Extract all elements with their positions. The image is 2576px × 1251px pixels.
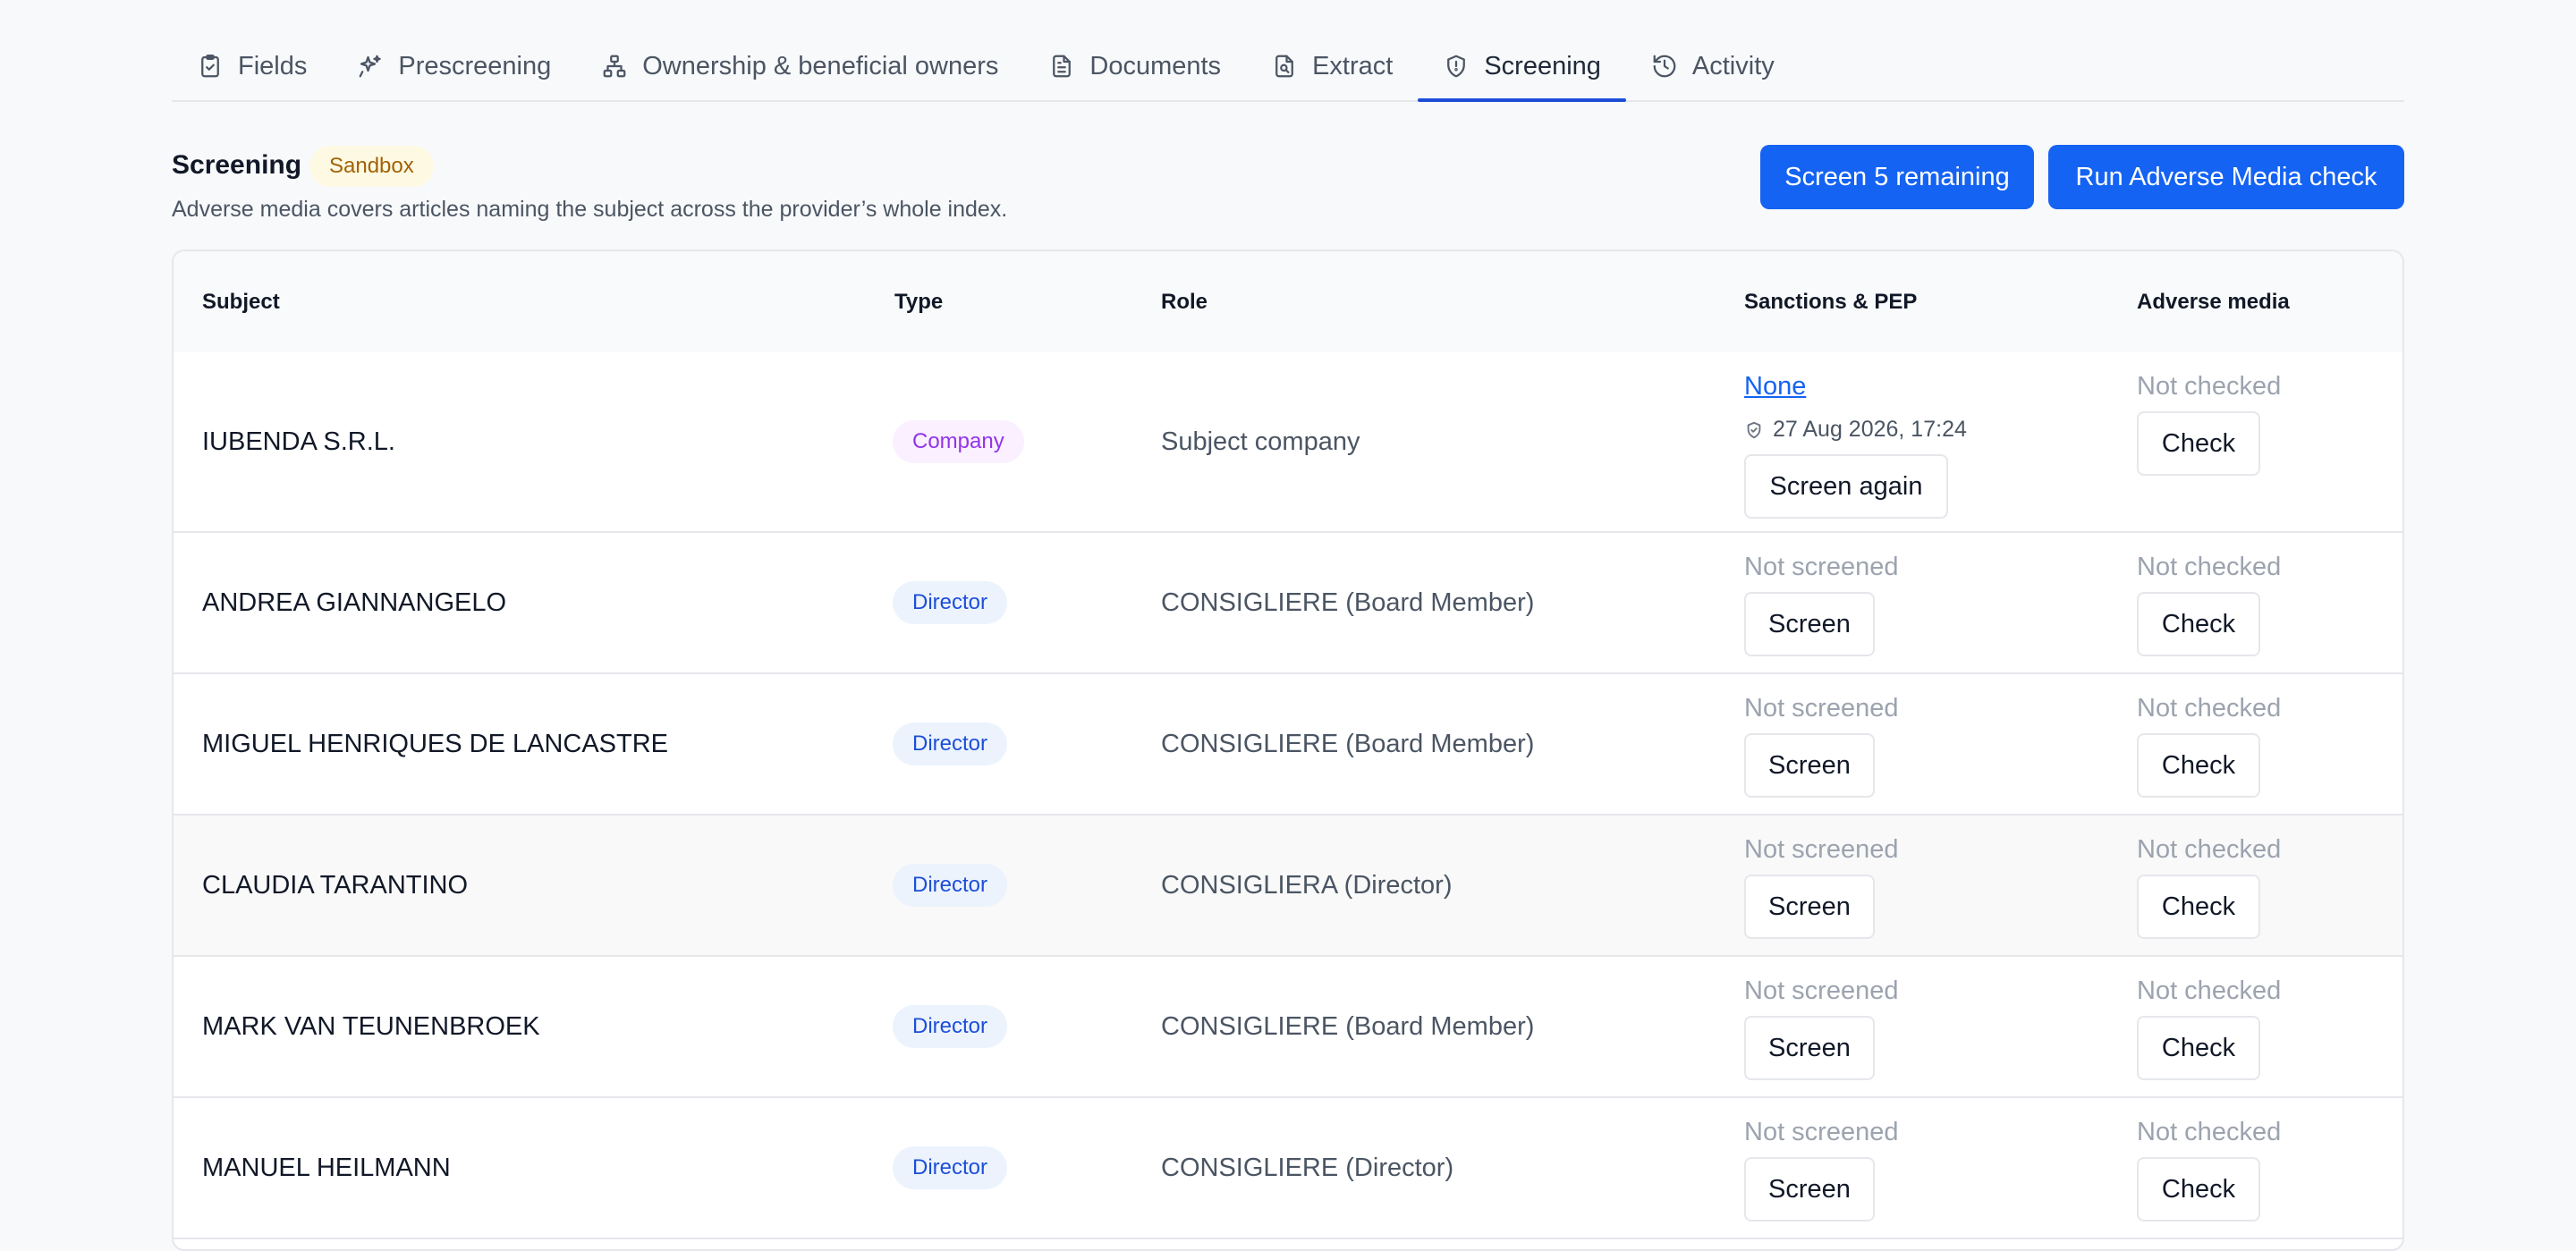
- screening-table: Subject Type Role Sanctions & PEP Advers…: [172, 249, 2404, 1251]
- table-row: IUBENDA S.R.L. Company Subject company N…: [174, 352, 2402, 533]
- sandbox-badge: Sandbox: [309, 146, 434, 187]
- type-pill: Company: [893, 420, 1024, 463]
- table-row: CLAUDIA TARANTINO Director CONSIGLIERA (…: [174, 816, 2402, 957]
- screen-button[interactable]: Screen: [1744, 592, 1875, 656]
- type-pill: Director: [893, 1146, 1008, 1189]
- adverse-status: Not checked: [2137, 694, 2282, 723]
- sanctions-result-link[interactable]: None: [1744, 372, 1806, 402]
- adverse-status: Not checked: [2137, 1118, 2282, 1146]
- check-button[interactable]: Check: [2137, 875, 2260, 939]
- shield-icon: [1447, 55, 1466, 78]
- check-button[interactable]: Check: [2137, 1016, 2260, 1080]
- adverse-status: Not checked: [2137, 976, 2282, 1005]
- role-text: CONSIGLIERA (Director): [1161, 870, 1453, 900]
- shield-check-icon: [1747, 421, 1761, 438]
- adverse-status: Not checked: [2137, 835, 2282, 864]
- table-row: MARK VAN TEUNENBROEK Director CONSIGLIER…: [174, 957, 2402, 1098]
- file-search-icon: [1275, 55, 1293, 78]
- sanctions-status: Not screened: [1744, 976, 1899, 1005]
- sanctions-status: Not screened: [1744, 1118, 1899, 1146]
- tab-prescreening[interactable]: Prescreening: [332, 32, 576, 100]
- header-subject: Subject: [202, 289, 280, 314]
- timestamp-text: 27 Aug 2026, 17:24: [1773, 417, 1967, 442]
- subject-name: MANUEL HEILMANN: [202, 1153, 451, 1182]
- tab-activity-label: Activity: [1691, 51, 1775, 80]
- sanctions-status: Not screened: [1744, 553, 1899, 581]
- header-type: Type: [894, 289, 944, 314]
- sparkles-icon: [359, 55, 382, 78]
- header-sanctions: Sanctions & PEP: [1744, 289, 1918, 314]
- tab-documents[interactable]: Documents: [1023, 32, 1246, 100]
- header-role: Role: [1161, 289, 1208, 314]
- screen-remaining-button[interactable]: Screen 5 remaining: [1760, 145, 2034, 209]
- document-icon: [1053, 55, 1072, 78]
- clipboard-check-icon: [201, 55, 219, 78]
- tab-fields[interactable]: Fields: [172, 32, 332, 100]
- screen-button[interactable]: Screen: [1744, 1157, 1875, 1221]
- screen-button[interactable]: Screen: [1744, 1016, 1875, 1080]
- tab-activity[interactable]: Activity: [1626, 32, 1800, 100]
- section-description: Adverse media covers articles naming the…: [172, 197, 1008, 222]
- role-text: CONSIGLIERE (Board Member): [1161, 1011, 1535, 1041]
- table-row: MIGUEL HENRIQUES DE LANCASTRE Director C…: [174, 674, 2402, 816]
- type-pill: Director: [893, 723, 1008, 765]
- role-text: CONSIGLIERE (Board Member): [1161, 587, 1535, 617]
- tab-ownership-label: Ownership & beneficial owners: [642, 51, 999, 80]
- header-adverse-media: Adverse media: [2137, 289, 2290, 314]
- screening-page: Fields Prescreening Ownership & benefici…: [0, 0, 2576, 1251]
- tab-bar: Fields Prescreening Ownership & benefici…: [172, 32, 2404, 102]
- tab-screening[interactable]: Screening: [1418, 32, 1626, 102]
- check-button[interactable]: Check: [2137, 592, 2260, 656]
- screen-again-button[interactable]: Screen again: [1744, 454, 1948, 519]
- tab-extract[interactable]: Extract: [1246, 32, 1418, 100]
- tab-prescreening-label: Prescreening: [398, 51, 552, 80]
- table-row: ANDREA GIANNANGELO Director CONSIGLIERE …: [174, 533, 2402, 674]
- screen-button[interactable]: Screen: [1744, 733, 1875, 798]
- check-button[interactable]: Check: [2137, 1157, 2260, 1221]
- sanctions-status: Not screened: [1744, 835, 1899, 864]
- network-icon: [603, 55, 626, 78]
- table-row: MANUEL HEILMANN Director CONSIGLIERE (Di…: [174, 1098, 2402, 1239]
- check-button[interactable]: Check: [2137, 411, 2260, 476]
- run-adverse-media-button[interactable]: Run Adverse Media check: [2048, 145, 2404, 209]
- tab-ownership[interactable]: Ownership & beneficial owners: [576, 32, 1023, 100]
- table-header: Subject Type Role Sanctions & PEP Advers…: [174, 251, 2402, 354]
- screened-timestamp: 27 Aug 2026, 17:24: [1744, 417, 1967, 443]
- adverse-status: Not checked: [2137, 553, 2282, 581]
- tab-screening-label: Screening: [1484, 51, 1601, 80]
- type-pill: Director: [893, 581, 1008, 624]
- tab-documents-label: Documents: [1089, 51, 1222, 80]
- type-pill: Director: [893, 864, 1008, 907]
- subject-name: CLAUDIA TARANTINO: [202, 870, 469, 900]
- subject-name: MARK VAN TEUNENBROEK: [202, 1011, 540, 1041]
- sanctions-status: Not screened: [1744, 694, 1899, 723]
- subject-name: IUBENDA S.R.L.: [202, 427, 395, 456]
- role-text: CONSIGLIERE (Board Member): [1161, 729, 1535, 758]
- tab-fields-label: Fields: [238, 51, 308, 80]
- sanctions-none-link[interactable]: None: [1744, 372, 1806, 402]
- history-icon: [1653, 55, 1676, 78]
- subject-name: ANDREA GIANNANGELO: [202, 587, 507, 617]
- role-text: Subject company: [1161, 427, 1360, 456]
- screen-button[interactable]: Screen: [1744, 875, 1875, 939]
- type-pill: Director: [893, 1005, 1008, 1048]
- adverse-status: Not checked: [2137, 372, 2282, 401]
- check-button[interactable]: Check: [2137, 733, 2260, 798]
- section-title: Screening: [172, 150, 302, 180]
- tab-extract-label: Extract: [1312, 51, 1394, 80]
- role-text: CONSIGLIERE (Director): [1161, 1153, 1454, 1182]
- subject-name: MIGUEL HENRIQUES DE LANCASTRE: [202, 729, 669, 758]
